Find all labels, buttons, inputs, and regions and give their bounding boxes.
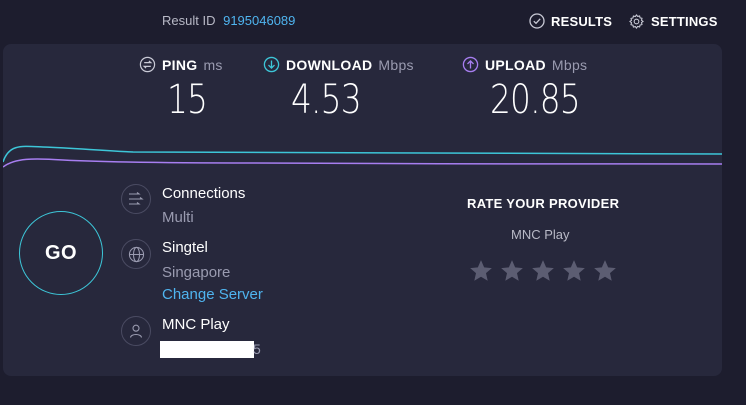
star-icon-1[interactable] [468, 258, 494, 284]
results-panel: PING ms 15 DOWNLOAD Mbps 4.53 UPLOAD Mbp… [3, 44, 722, 376]
download-label: DOWNLOAD [286, 56, 373, 73]
download-metric: DOWNLOAD Mbps 4.53 [263, 56, 414, 123]
results-button[interactable]: RESULTS [529, 13, 612, 29]
server-name: Singtel [162, 239, 208, 256]
download-unit: Mbps [378, 56, 414, 73]
change-server-link[interactable]: Change Server [162, 286, 263, 303]
download-arrow-icon [263, 56, 280, 73]
download-graph-line [3, 145, 722, 163]
ping-value: 15 [167, 77, 208, 123]
connections-title: Connections [162, 185, 246, 202]
rate-provider-name: MNC Play [511, 227, 570, 242]
globe-icon [121, 239, 151, 269]
go-button[interactable]: GO [19, 211, 103, 295]
settings-button[interactable]: SETTINGS [628, 13, 718, 30]
results-label: RESULTS [551, 13, 613, 29]
settings-label: SETTINGS [651, 14, 718, 29]
star-rating [468, 258, 623, 284]
upload-label: UPLOAD [485, 56, 546, 73]
star-icon-2[interactable] [499, 258, 525, 284]
upload-metric: UPLOAD Mbps 20.85 [462, 56, 600, 123]
server-location: Singapore [162, 264, 231, 281]
person-icon [121, 316, 151, 346]
star-icon-3[interactable] [530, 258, 556, 284]
speed-graph [3, 145, 722, 168]
top-bar: Result ID 9195046089 RESULTS SETTINGS [0, 0, 746, 44]
provider-name: MNC Play [162, 316, 230, 333]
star-icon-5[interactable] [592, 258, 618, 284]
result-id-label: Result ID [162, 13, 216, 28]
connections-value: Multi [162, 209, 194, 226]
download-value: 4.53 [291, 77, 362, 123]
ip-tail: 5 [253, 341, 261, 357]
ping-metric: PING ms 15 [139, 56, 223, 123]
redacted-ip [160, 341, 254, 358]
ping-label: PING [162, 56, 198, 73]
gear-icon [629, 14, 644, 29]
check-circle-icon [529, 13, 545, 29]
upload-value: 20.85 [490, 77, 581, 123]
upload-unit: Mbps [551, 56, 588, 73]
result-id-link[interactable]: 9195046089 [223, 13, 295, 28]
result-id: Result ID 9195046089 [162, 13, 295, 28]
ping-icon [139, 56, 156, 73]
rate-provider-title: RATE YOUR PROVIDER [467, 196, 620, 211]
star-icon-4[interactable] [561, 258, 587, 284]
upload-graph-line [3, 158, 722, 168]
upload-arrow-icon [462, 56, 479, 73]
ping-unit: ms [203, 56, 223, 73]
connections-icon [121, 184, 151, 214]
